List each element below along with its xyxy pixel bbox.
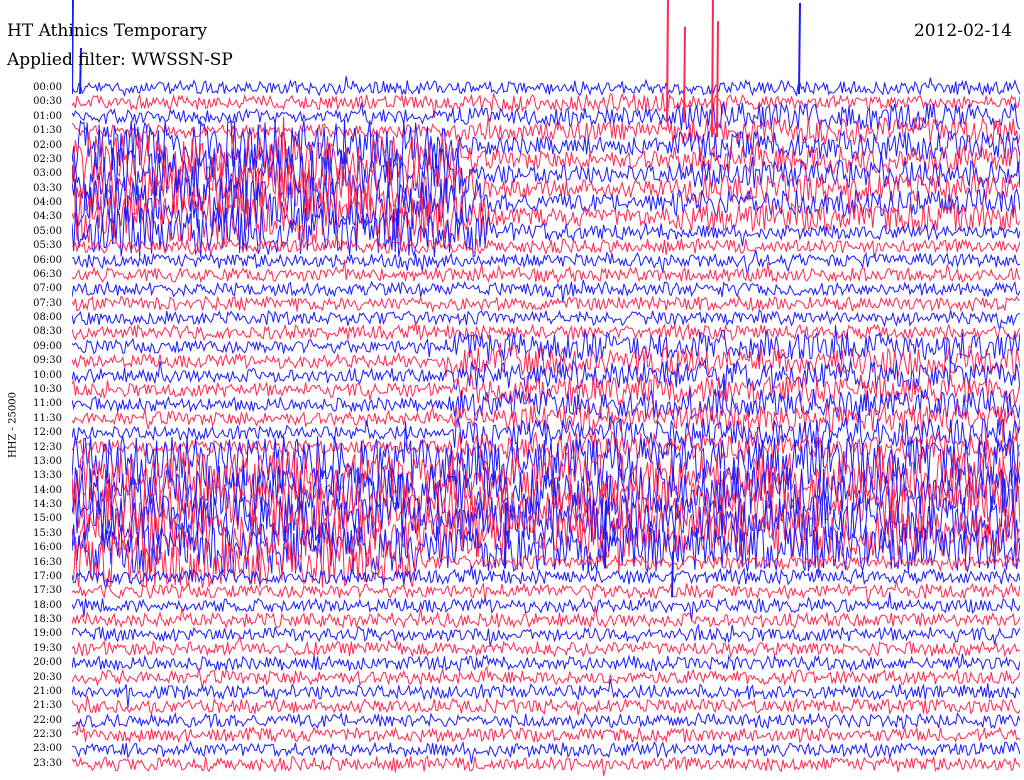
hour-tick-label: 16:30 [33,556,62,568]
hour-tick-label: 11:00 [33,398,62,410]
hour-tick-label: 03:30 [33,182,62,194]
trace-row-0430 [72,173,1020,245]
trace-row-1830 [72,605,1020,630]
hour-tick-label: 07:30 [33,297,62,309]
y-axis-label: HHZ - 25000 [7,392,19,458]
hour-tick-label: 12:30 [33,441,62,453]
trace-row-1600 [72,522,1020,575]
hour-tick-label: 14:30 [33,499,62,511]
hour-tick-label: 13:30 [33,470,62,482]
helicorder-figure: HT Athinics Temporary Applied filter: WW… [0,0,1024,780]
hour-tick-label: 02:00 [33,139,62,151]
hour-tick-label: 05:00 [33,225,62,237]
hour-tick-label: 04:00 [33,197,62,209]
hour-tick-label: 18:00 [33,599,62,611]
seismic-spike [711,0,714,138]
hour-tick-label: 22:00 [33,714,62,726]
seismic-spike [72,0,74,95]
trace-row-1930 [72,634,1020,659]
hour-tick-label: 10:00 [33,369,62,381]
hour-tick-label: 20:00 [33,657,62,669]
hour-tick-label: 08:30 [33,326,62,338]
hour-tick-label: 06:00 [33,254,62,266]
hour-tick-label: 05:30 [33,240,62,252]
hour-tick-label: 22:30 [33,729,62,741]
hour-tick-label: 09:00 [33,340,62,352]
trace-row-0300 [72,147,1020,229]
hour-tick-label: 20:30 [33,671,62,683]
hour-tick-label: 13:00 [33,455,62,467]
hour-tick-label: 01:30 [33,125,62,137]
hour-axis: 00:00 00:30 01:00 01:30 02:00 02:30 03:00 03:30… [0,0,70,780]
hour-tick-label: 17:30 [33,585,62,597]
hour-tick-label: 18:30 [33,614,62,626]
hour-tick-label: 04:30 [33,211,62,223]
hour-tick-label: 14:00 [33,484,62,496]
trace-row-1730 [72,581,1020,603]
hour-tick-label: 12:00 [33,427,62,439]
seismic-spike [504,502,507,569]
trace-row-0830 [72,320,1020,342]
hour-tick-label: 19:00 [33,628,62,640]
hour-tick-label: 19:30 [33,642,62,654]
hour-tick-label: 17:00 [33,570,62,582]
trace-row-0700 [72,279,1020,303]
seismic-spike [666,0,669,123]
hour-tick-label: 03:00 [33,168,62,180]
hour-tick-label: 11:30 [33,412,62,424]
trace-row-2200 [72,711,1020,731]
trace-row-0800 [72,308,1020,331]
hour-tick-label: 00:30 [33,96,62,108]
date-label: 2012-02-14 [913,21,1012,41]
hour-tick-label: 15:30 [33,527,62,539]
seismogram-plot [72,0,1020,777]
trace-row-0030 [72,92,1020,118]
hour-tick-label: 07:00 [33,283,62,295]
hour-tick-label: 06:30 [33,268,62,280]
trace-row-0530 [72,237,1020,259]
trace-row-2130 [72,695,1020,716]
trace-row-1000 [72,358,1020,393]
seismic-spike [683,26,686,123]
hour-tick-label: 23:00 [33,743,62,755]
trace-row-1900 [72,623,1020,647]
station-title: HT Athinics Temporary [7,21,208,41]
trace-row-0900 [72,325,1020,364]
hour-tick-label: 16:00 [33,542,62,554]
hour-tick-label: 00:00 [33,82,62,93]
hour-tick-label: 02:30 [33,153,62,165]
seismic-spike [604,500,607,569]
filter-label: Applied filter: WWSSN-SP [7,50,233,70]
trace-row-0730 [72,294,1020,314]
hour-tick-label: 09:30 [33,355,62,367]
trace-row-1630 [72,535,1020,589]
trace-row-1700 [72,565,1020,589]
hour-tick-label: 23:30 [33,757,62,769]
hour-tick-label: 08:00 [33,312,62,324]
hour-tick-label: 15:00 [33,513,62,525]
hour-tick-label: 01:00 [33,110,62,122]
trace-row-2030 [72,665,1020,689]
trace-row-0500 [72,206,1020,258]
trace-row-2330 [72,755,1020,777]
hour-tick-label: 21:30 [33,700,62,712]
seismic-spike [671,551,674,598]
seismic-spike [716,21,719,138]
trace-row-2300 [72,740,1020,764]
trace-row-2230 [72,721,1020,744]
trace-row-0000 [72,76,1020,97]
hour-tick-label: 21:00 [33,685,62,697]
seismic-spike [798,2,801,95]
hour-tick-label: 10:30 [33,383,62,395]
